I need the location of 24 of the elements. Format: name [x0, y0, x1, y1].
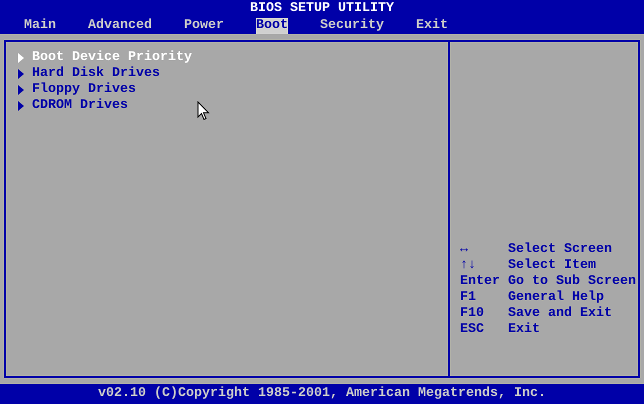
key-action: Exit: [508, 322, 541, 338]
key-name: F1: [460, 290, 477, 306]
menu-tab[interactable]: Exit: [416, 18, 448, 34]
copyright-text: v02.10 (C)Copyright 1985-2001, American Megatrends, Inc.: [98, 386, 546, 402]
key-name: ↔: [460, 242, 469, 258]
key-action: Go to Sub Screen: [508, 274, 637, 290]
menu-item[interactable]: Hard Disk Drives: [32, 66, 160, 82]
menu-item[interactable]: Floppy Drives: [32, 82, 136, 98]
menu-tab[interactable]: Security: [320, 18, 384, 34]
key-name: Enter: [460, 274, 501, 290]
key-name: ESC: [460, 322, 485, 338]
key-action: Save and Exit: [508, 306, 613, 322]
menu-tab[interactable]: Main: [24, 18, 56, 34]
key-action: General Help: [508, 290, 605, 306]
mouse-pointer-icon: [197, 101, 210, 121]
window-title: BIOS SETUP UTILITY: [250, 1, 394, 16]
menu-tab[interactable]: Advanced: [88, 18, 152, 34]
menu-item[interactable]: CDROM Drives: [32, 98, 128, 114]
key-name: F10: [460, 306, 485, 322]
menu-tab[interactable]: Power: [184, 18, 224, 34]
key-action: Select Item: [508, 258, 597, 274]
menu-tab[interactable]: Boot: [256, 18, 288, 34]
key-name: ↑↓: [460, 258, 477, 274]
key-action: Select Screen: [508, 242, 613, 258]
